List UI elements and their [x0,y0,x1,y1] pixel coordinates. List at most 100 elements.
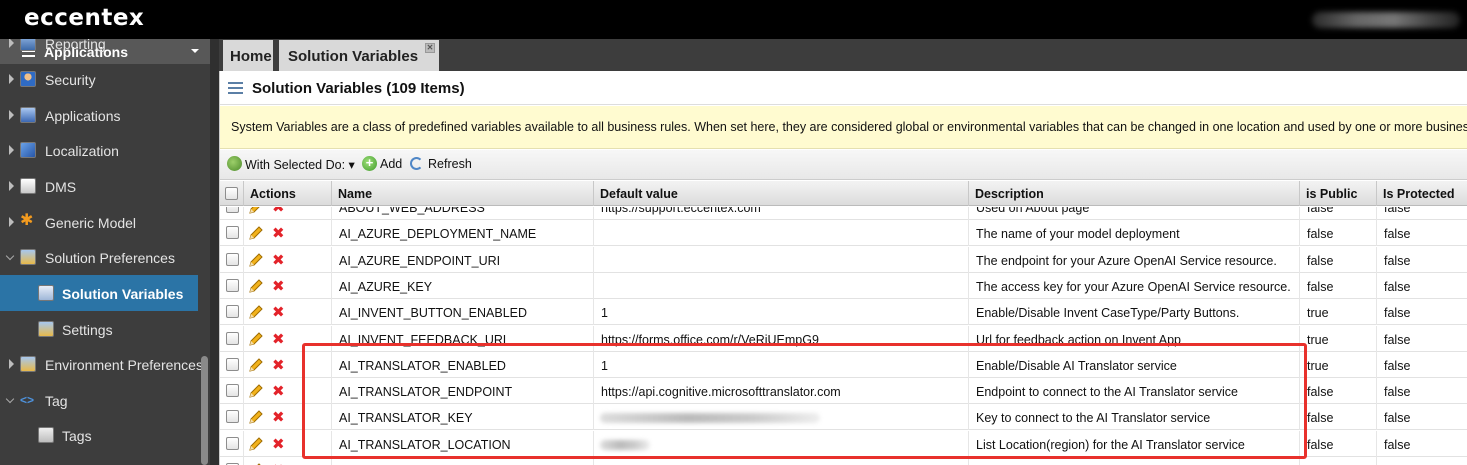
row-checkbox[interactable] [226,410,239,424]
default-value-cell: YYYY-MM-DD"T"HH24:MI:SS [594,457,969,465]
pencil-icon[interactable] [248,225,264,241]
sidebar-scrollbar[interactable] [201,356,208,465]
sidebar-item-label: Localization [45,143,119,159]
sidebar-item-dms[interactable]: DMS [0,168,198,204]
table-row[interactable]: ✖BACKEND_DATE_FORMATYYYY-MM-DD"T"HH24:MI… [220,457,1467,465]
table-row[interactable]: ✖ AI_AZURE_KEY The access key for your Azu… [220,272,1467,299]
chevron-right-icon[interactable] [9,145,14,155]
column-header-is-public[interactable]: is Public [1300,181,1377,206]
row-checkbox[interactable] [226,252,239,266]
add-icon[interactable]: + [362,156,377,171]
chevron-right-icon[interactable] [9,181,14,191]
refresh-button[interactable]: Refresh [428,157,472,171]
delete-icon[interactable]: ✖ [272,278,286,294]
refresh-icon[interactable] [410,157,423,170]
column-header-is-protected[interactable]: Is Protected [1377,181,1467,206]
chevron-right-icon[interactable] [9,359,14,369]
pencil-icon[interactable] [248,331,264,347]
sidebar-item-generic-model[interactable]: ✱ Generic Model [0,204,198,240]
row-checkbox[interactable] [226,357,239,371]
delete-icon[interactable]: ✖ [272,225,286,241]
close-icon[interactable]: ✕ [425,43,435,53]
sidebar-item-tags[interactable]: Tags [0,417,198,453]
row-checkbox[interactable] [226,278,239,292]
sidebar-item-reporting[interactable]: Reporting [0,39,198,61]
column-header-actions[interactable]: Actions [244,181,332,206]
name-cell: AI_INVENT_BUTTON_ENABLED [332,299,594,326]
table-row[interactable]: ✖ AI_TRANSLATOR_ENDPOINT https://api.cogni… [220,378,1467,405]
pencil-icon[interactable] [248,252,264,268]
pencil-icon[interactable] [248,383,264,399]
column-header-default-value[interactable]: Default value [594,181,969,206]
default-value-cell: https://api.cognitive.microsofttranslato… [594,378,969,405]
sidebar-item-label: Solution Preferences [45,250,175,266]
chevron-down-icon[interactable] [5,251,15,261]
table-row[interactable]: ✖ AI_AZURE_ENDPOINT_URI The endpoint for y… [220,246,1467,273]
delete-icon[interactable]: ✖ [272,252,286,268]
row-checkbox[interactable] [226,226,239,240]
sidebar-item-environment-preferences[interactable]: Environment Preferences [0,346,203,382]
tab-solution-variables[interactable]: Solution Variables ✕ [279,40,439,71]
table-row[interactable]: ✖ AI_TRANSLATOR_ENABLED 1 Enable/Disable AI… [220,351,1467,378]
is-public-cell: false [1300,220,1377,247]
delete-icon[interactable]: ✖ [272,436,286,452]
delete-icon[interactable]: ✖ [272,304,286,320]
select-all-checkbox[interactable] [225,187,238,200]
row-checkbox[interactable] [226,305,239,319]
table-row[interactable]: ✖ AI_INVENT_BUTTON_ENABLED 1 Enable/Disable… [220,299,1467,326]
sidebar-item-security[interactable]: Security [0,61,198,97]
delete-icon[interactable]: ✖ [272,357,286,373]
actions-cell: ✖ [244,220,332,247]
cell-text: false [1384,306,1411,321]
sidebar-item-applications[interactable]: Applications [0,97,198,133]
column-label: Default value [600,187,678,201]
actions-cell: ✖ [244,378,332,405]
chevron-right-icon[interactable] [9,217,14,227]
delete-icon[interactable]: ✖ [272,383,286,399]
pencil-icon[interactable] [248,304,264,320]
table-row[interactable]: ✖ AI_INVENT_FEEDBACK_URL https://forms.off… [220,325,1467,352]
column-header-description[interactable]: Description [969,181,1300,206]
row-checkbox[interactable] [226,384,239,398]
chevron-right-icon[interactable] [9,39,14,48]
sidebar-item-settings[interactable]: Settings [0,311,198,347]
tab-home[interactable]: Home [223,40,273,71]
cell-text: false [1307,279,1334,294]
delete-icon[interactable]: ✖ [272,331,286,347]
table-row[interactable]: ✖ AI_AZURE_DEPLOYMENT_NAME The name of you… [220,220,1467,247]
row-checkbox[interactable] [226,331,239,345]
pencil-icon[interactable] [248,357,264,373]
column-header-name[interactable]: Name [332,181,594,206]
delete-icon[interactable]: ✖ [272,409,286,425]
pencil-icon[interactable] [248,278,264,294]
main-panel: Solution Variables (109 Items) System Va… [219,71,1467,465]
row-checkbox[interactable] [226,436,239,450]
sidebar-item-localization[interactable]: Localization [0,132,198,168]
pencil-icon[interactable] [248,409,264,425]
add-button[interactable]: Add [380,157,402,171]
chevron-right-icon[interactable] [9,74,14,84]
sidebar-item-solution-preferences[interactable]: Solution Preferences [0,239,198,275]
cell-text: false [1384,253,1411,268]
pencil-icon[interactable] [248,207,264,215]
with-selected-dropdown[interactable]: With Selected Do: ▾ [245,157,355,172]
delete-icon[interactable]: ✖ [272,207,286,215]
is-protected-cell: false [1377,378,1467,404]
user-menu[interactable] [1312,12,1460,28]
table-row[interactable]: ✖ ABOUT_WEB_ADDRESS https://support.eccent… [220,207,1467,220]
chevron-right-icon[interactable] [9,110,14,120]
sidebar-item-solution-variables[interactable]: Solution Variables [0,275,198,311]
sidebar-item-label: Solution Variables [62,286,184,302]
table-row[interactable]: ✖ AI_TRANSLATOR_LOCATION List Location(reg… [220,430,1467,457]
pencil-icon[interactable] [248,436,264,452]
description-cell: Url for feedback action on Invent App [969,325,1300,352]
row-checkbox[interactable] [226,207,239,213]
chevron-down-icon[interactable] [5,394,15,404]
sidebar-item-tag[interactable]: <> Tag [0,382,198,418]
table-row[interactable]: ✖ AI_TRANSLATOR_KEY Key to connect to the … [220,404,1467,431]
sidebar-scroll-track[interactable] [210,39,219,465]
column-label: is Public [1306,187,1358,201]
cell-text: ABOUT_WEB_ADDRESS [339,207,485,215]
select-cell [220,430,244,457]
report-icon [20,39,36,51]
